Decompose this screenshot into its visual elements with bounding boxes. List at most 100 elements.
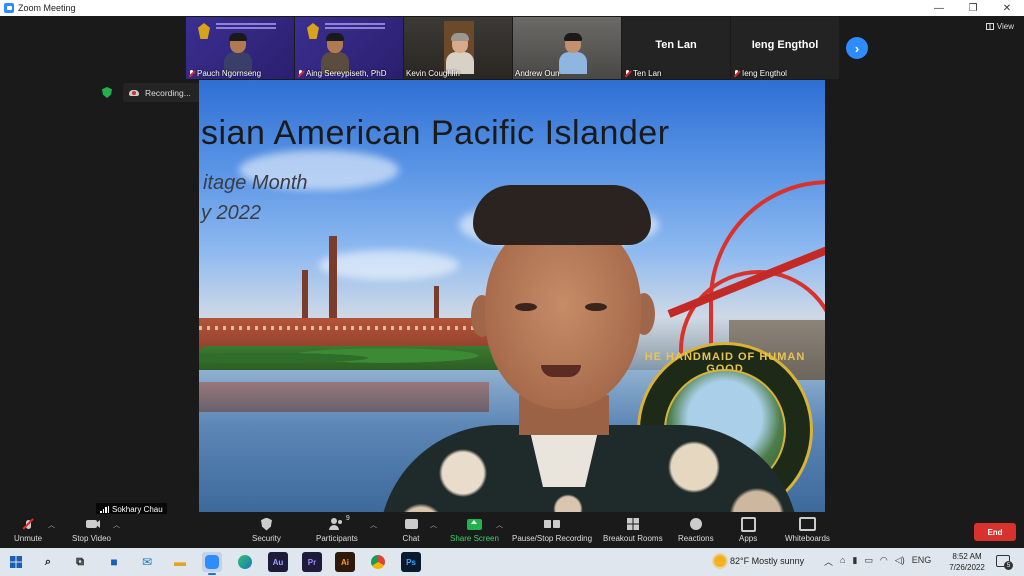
apps-button[interactable]: Apps: [739, 517, 757, 543]
signal-strength-icon: [100, 506, 109, 513]
windows-taskbar: ⌕ ⧉ ■ ✉ ▬ Au Pr Ai Ps 82°F Mostly sunny …: [0, 548, 1024, 576]
premiere-icon[interactable]: Pr: [302, 552, 322, 572]
participant-tile[interactable]: Ten Lan Ten Lan: [622, 17, 730, 79]
reactions-button[interactable]: Reactions: [678, 517, 714, 543]
pause-stop-recording-button[interactable]: Pause/Stop Recording: [512, 517, 592, 543]
participant-tile[interactable]: Kevin Coughlin: [404, 17, 512, 79]
language-indicator[interactable]: ENG: [912, 555, 932, 568]
breakout-rooms-icon: [624, 517, 642, 531]
chat-button[interactable]: Chat: [402, 517, 420, 543]
participant-strip: Pauch Ngornseng Aing Sereypiseth, PhD Ke…: [186, 17, 839, 79]
participant-name: Aing Sereypiseth, PhD: [297, 69, 387, 78]
microphone-icon[interactable]: ▮: [852, 555, 857, 568]
active-speaker-video: sian American Pacific Islander itage Mon…: [199, 80, 825, 512]
mail-icon[interactable]: ✉: [137, 552, 157, 572]
participants-count: 9: [345, 515, 350, 522]
security-shield-icon: [257, 517, 275, 531]
breakout-rooms-button[interactable]: Breakout Rooms: [603, 517, 663, 543]
participant-tile[interactable]: Aing Sereypiseth, PhD: [295, 17, 403, 79]
wifi-icon[interactable]: ◠: [880, 555, 888, 568]
apps-icon: [739, 517, 757, 531]
sunny-weather-icon: [714, 555, 726, 567]
pause-stop-recording-icon: [543, 517, 561, 531]
clock-time: 8:52 AM: [952, 552, 982, 561]
view-button[interactable]: View: [985, 22, 1014, 31]
file-explorer-icon[interactable]: ▬: [170, 552, 190, 572]
encryption-shield-icon[interactable]: [102, 87, 112, 98]
participant-tile[interactable]: Pauch Ngornseng: [186, 17, 294, 79]
unmute-button[interactable]: Unmute: [14, 517, 42, 543]
participants-chevron-icon[interactable]: ︿: [370, 520, 377, 530]
end-meeting-button[interactable]: End: [974, 523, 1016, 541]
speaker-person: [379, 185, 799, 512]
slide-date: y 2022: [201, 202, 262, 224]
video-camera-icon: [83, 517, 101, 531]
share-screen-icon: [465, 517, 483, 531]
volume-icon[interactable]: ◁): [895, 555, 905, 568]
participant-name: Pauch Ngornseng: [188, 69, 261, 78]
share-chevron-icon[interactable]: ︿: [496, 520, 503, 530]
video-options-chevron-icon[interactable]: ︿: [113, 520, 120, 530]
system-tray: ︿ ⌂ ▮ ▭ ◠ ◁) ENG: [824, 555, 931, 568]
clock-date: 7/26/2022: [949, 563, 985, 572]
participant-video: [446, 33, 474, 74]
slide-subtitle: itage Month: [203, 172, 308, 194]
windows-start-icon[interactable]: [6, 552, 26, 572]
mic-muted-icon: [188, 70, 195, 77]
window-title: Zoom Meeting: [18, 3, 76, 13]
illustrator-icon[interactable]: Ai: [335, 552, 355, 572]
mic-muted-icon: [624, 70, 631, 77]
audio-options-chevron-icon[interactable]: ︿: [48, 520, 55, 530]
participant-name: Kevin Coughlin: [406, 69, 460, 78]
window-controls: — ❐ ✕: [922, 0, 1024, 16]
taskbar-clock[interactable]: 8:52 AM 7/26/2022: [944, 551, 990, 573]
restore-button[interactable]: ❐: [956, 0, 990, 16]
meeting-stage: Pauch Ngornseng Aing Sereypiseth, PhD Ke…: [0, 16, 1024, 516]
next-page-button[interactable]: ›: [846, 37, 868, 59]
participants-icon: 9: [328, 515, 350, 531]
photoshop-icon[interactable]: Ps: [401, 552, 421, 572]
participant-display-name: Ieng Engthol: [751, 39, 819, 51]
stop-video-button[interactable]: Stop Video: [72, 517, 111, 543]
audition-icon[interactable]: Au: [268, 552, 288, 572]
minimize-button[interactable]: —: [922, 0, 956, 16]
task-view-icon[interactable]: ⧉: [70, 552, 90, 572]
edge-icon[interactable]: [235, 552, 255, 572]
participant-display-name: Ten Lan: [655, 39, 697, 51]
zoom-app-icon: [4, 3, 14, 13]
mic-muted-icon: [19, 517, 37, 531]
share-screen-button[interactable]: Share Screen: [450, 517, 499, 543]
whiteboards-button[interactable]: Whiteboards: [785, 517, 830, 543]
view-grid-icon: [985, 23, 994, 30]
title-bar: Zoom Meeting — ❐ ✕: [0, 0, 1024, 16]
participant-tile[interactable]: Andrew Oun: [513, 17, 621, 79]
meeting-toolbar: Unmute ︿ Stop Video ︿ Security 9 Partici…: [0, 514, 1024, 548]
zoom-window: Zoom Meeting — ❐ ✕ Pauch Ngornseng Aing …: [0, 0, 1024, 576]
battery-icon[interactable]: ▭: [864, 555, 873, 568]
whiteboard-icon: [798, 517, 816, 531]
zoom-taskbar-icon[interactable]: [202, 552, 222, 575]
notification-count-badge: 5: [1004, 561, 1013, 570]
mic-muted-icon: [297, 70, 304, 77]
participant-tile[interactable]: Ieng Engthol Ieng Engthol: [731, 17, 839, 79]
search-icon[interactable]: ⌕: [38, 552, 58, 572]
participant-name: Ieng Engthol: [733, 69, 787, 78]
chat-chevron-icon[interactable]: ︿: [430, 520, 437, 530]
network-icon[interactable]: ⌂: [840, 555, 845, 568]
organization-logo-icon: [198, 23, 210, 39]
close-button[interactable]: ✕: [990, 0, 1024, 16]
cloud-recording-icon: [129, 89, 140, 97]
organization-logo-icon: [307, 23, 319, 39]
store-icon[interactable]: ■: [104, 552, 124, 572]
participants-button[interactable]: 9 Participants: [316, 515, 358, 543]
slide-title: sian American Pacific Islander: [201, 114, 670, 152]
recording-label: Recording...: [145, 87, 191, 98]
weather-widget[interactable]: 82°F Mostly sunny: [714, 555, 804, 567]
participant-name: Ten Lan: [624, 69, 661, 78]
chevron-up-icon[interactable]: ︿: [824, 555, 833, 568]
participant-video: [559, 33, 587, 74]
security-button[interactable]: Security: [252, 517, 281, 543]
chat-bubble-icon: [402, 517, 420, 531]
banner-text-graphic: [216, 23, 276, 25]
chrome-icon[interactable]: [368, 552, 388, 572]
